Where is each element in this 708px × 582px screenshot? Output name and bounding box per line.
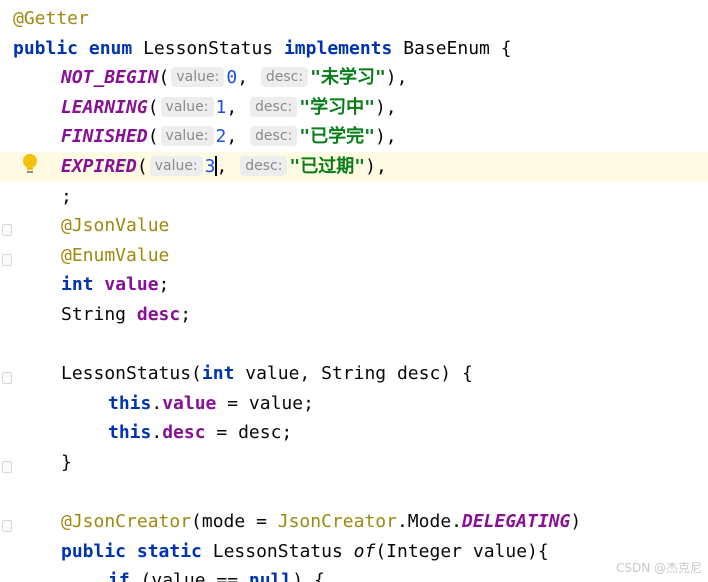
keyword-int: int (61, 274, 94, 296)
json-creator-class: JsonCreator (277, 511, 397, 533)
annotation-getter: @Getter (13, 8, 89, 29)
code-line-14[interactable]: this.value = value; (0, 389, 708, 419)
parameter-hint-desc: desc: (240, 156, 288, 176)
code-line-9[interactable]: @EnumValue (0, 241, 708, 271)
enum-desc: "已学完" (299, 126, 375, 148)
keyword-int: int (201, 363, 235, 385)
semicolon: ; (158, 274, 170, 296)
return-type: LessonStatus (212, 540, 343, 562)
parameter-hint-value: value: (171, 67, 225, 88)
keyword-enum: enum (88, 37, 133, 59)
keyword-this: this (108, 422, 152, 444)
line-end: ), (374, 96, 397, 118)
code-line-11[interactable]: String desc; (0, 300, 708, 330)
code-line-7[interactable]: ; (0, 182, 708, 212)
enum-value: 2 (215, 126, 227, 148)
code-line-enum-finished[interactable]: FINISHED(value: 2, desc: "已学完"), (0, 122, 708, 152)
parameter-hint-desc: desc: (260, 67, 309, 88)
code-line-1[interactable]: @Getter (0, 4, 708, 34)
code-line-10[interactable]: int value; (0, 270, 708, 300)
enum-value: 1 (215, 96, 227, 118)
parameter-hint-value: value: (149, 156, 203, 176)
dot: . (151, 392, 163, 414)
code-editor[interactable]: @Getter public enum LessonStatus impleme… (0, 0, 708, 582)
parameter-hint-desc: desc: (250, 126, 298, 147)
code-line-20[interactable]: if (value == null) { (0, 566, 708, 582)
keyword-this: this (108, 392, 152, 414)
parameter-hint-value: value: (160, 126, 214, 147)
enum-desc: "已过期" (289, 156, 366, 177)
line-end: ), (385, 67, 408, 89)
enum-desc: "未学习" (310, 67, 386, 89)
enum-value: 0 (226, 67, 238, 89)
code-line-8[interactable]: @JsonValue (0, 211, 708, 241)
semicolon: ; (61, 185, 72, 207)
code-line-15[interactable]: this.desc = desc; (0, 418, 708, 448)
code-line-enum-expired[interactable]: EXPIRED(value: 3, desc: "已过期"), (0, 152, 708, 182)
keyword-if: if (108, 570, 130, 582)
parameter-hint-value: value: (160, 96, 214, 117)
assignment: = desc; (205, 422, 293, 444)
keyword-public: public (61, 540, 127, 562)
annotation-json-creator: @JsonCreator (61, 511, 192, 533)
field-value: value (162, 392, 217, 414)
class-name: LessonStatus (143, 37, 274, 59)
keyword-null: null (248, 570, 293, 582)
code-line-19[interactable]: public static LessonStatus of(Integer va… (0, 537, 708, 567)
method-name: of (353, 540, 376, 562)
field-value: value (104, 274, 159, 296)
watermark: CSDN @杰克尼 (615, 561, 702, 575)
assignment: = value; (216, 392, 314, 414)
field-desc: desc (162, 422, 206, 444)
code-line-enum-learning[interactable]: LEARNING(value: 1, desc: "学习中"), (0, 93, 708, 123)
code-line-16[interactable]: } (0, 448, 708, 478)
code-line-18[interactable]: @JsonCreator(mode = JsonCreator.Mode.DEL… (0, 507, 708, 537)
close-paren: ) (570, 511, 582, 533)
method-params: (Integer value){ (375, 540, 549, 562)
annotation-args: (mode = (191, 511, 278, 533)
enum-constant-name: FINISHED (61, 126, 148, 148)
field-desc: desc (136, 304, 181, 325)
dot: . (151, 422, 163, 444)
parameter-hint-desc: desc: (250, 96, 298, 117)
annotation-enum-value: @EnumValue (61, 244, 170, 266)
constructor-params: value, String desc) { (234, 363, 473, 385)
mode-path: .Mode. (396, 511, 462, 533)
open-brace: { (500, 37, 512, 59)
keyword-public: public (13, 37, 79, 59)
enum-desc: "学习中" (299, 96, 375, 118)
constructor-name: LessonStatus( (61, 363, 202, 385)
mode-constant: DELEGATING (462, 511, 571, 533)
enum-constant-name: NOT_BEGIN (61, 67, 159, 89)
interface-name: BaseEnum (403, 37, 490, 59)
line-end: ), (374, 126, 397, 148)
line-end: ), (365, 156, 387, 177)
code-line-13[interactable]: LessonStatus(int value, String desc) { (0, 359, 708, 389)
if-rest: ) { (292, 570, 325, 582)
annotation-json-value: @JsonValue (61, 215, 170, 237)
type-string: String (61, 304, 127, 325)
keyword-static: static (136, 540, 202, 562)
code-line-enum-not-begin[interactable]: NOT_BEGIN(value: 0, desc: "未学习"), (0, 63, 708, 93)
enum-constant-name: LEARNING (61, 96, 148, 118)
text-caret (214, 156, 217, 176)
if-condition: (value == (129, 570, 249, 582)
code-line-2[interactable]: public enum LessonStatus implements Base… (0, 34, 708, 64)
keyword-implements: implements (283, 37, 393, 59)
lightbulb-icon[interactable] (22, 153, 38, 175)
semicolon: ; (180, 304, 192, 325)
enum-constant-name: EXPIRED (61, 156, 137, 177)
close-brace: } (61, 452, 72, 473)
